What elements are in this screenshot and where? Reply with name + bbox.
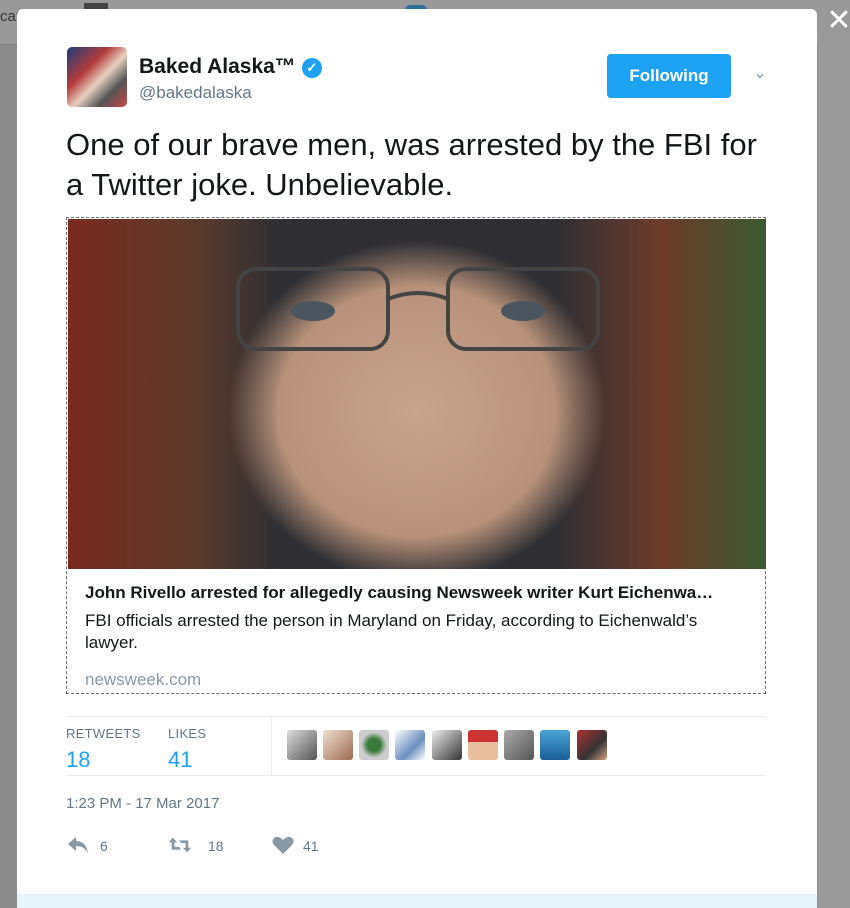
author-name[interactable]: Baked Alaska™ [139,55,296,78]
card-title: John Rivello arrested for allegedly caus… [85,583,714,602]
liker-avatar[interactable] [287,730,317,760]
liker-avatar[interactable] [540,730,570,760]
avatar[interactable] [67,47,127,107]
tweet-text: One of our brave men, was arrested by th… [66,127,757,202]
link-card[interactable]: John Rivello arrested for allegedly caus… [66,217,766,694]
reply-button[interactable]: 6 [66,834,126,858]
card-domain: newsweek.com [85,670,202,689]
like-button[interactable]: 41 [271,834,341,858]
verified-badge-icon: ✓ [301,58,322,78]
liker-avatar[interactable] [504,730,534,760]
card-image-glasses-shape [236,267,600,351]
likes-count: 41 [168,747,193,772]
liker-avatar[interactable] [323,730,353,760]
reply-bar[interactable] [17,894,817,908]
reply-icon [68,837,88,853]
liker-avatar[interactable] [432,730,462,760]
following-button[interactable]: Following [607,54,731,98]
heart-icon [272,836,294,854]
card-image[interactable] [68,219,766,569]
liker-avatar[interactable] [359,730,389,760]
author-name-row[interactable]: Baked Alaska™ ✓ [139,55,322,79]
liker-avatar[interactable] [577,730,607,760]
retweets-stat[interactable]: RETWEETS 18 [66,726,141,773]
retweets-count: 18 [66,747,91,772]
likes-stat[interactable]: LIKES 41 [168,726,206,773]
tweet-modal: Baked Alaska™ ✓ @bakedalaska Following ⌄ … [17,9,817,908]
stats-row: RETWEETS 18 LIKES 41 [66,716,766,776]
retweet-count: 18 [208,838,224,854]
retweet-button[interactable]: 18 [168,834,238,858]
retweets-label: RETWEETS [66,726,141,741]
retweet-icon [168,837,192,853]
likes-label: LIKES [168,726,207,741]
liker-avatar[interactable] [468,730,498,760]
background-sidebar [818,36,850,908]
reply-count: 6 [100,838,108,854]
liker-avatar[interactable] [395,730,425,760]
tweet-timestamp[interactable]: 1:23 PM - 17 Mar 2017 [66,795,219,812]
author-handle[interactable]: @bakedalaska [139,83,252,103]
like-count: 41 [303,838,319,854]
chevron-down-icon[interactable]: ⌄ [750,63,770,83]
card-description: FBI officials arrested the person in Mar… [85,611,698,652]
tweet-actions: 6 18 41 [66,834,466,864]
close-icon[interactable]: ✕ [826,6,850,36]
stats-divider [271,717,272,775]
